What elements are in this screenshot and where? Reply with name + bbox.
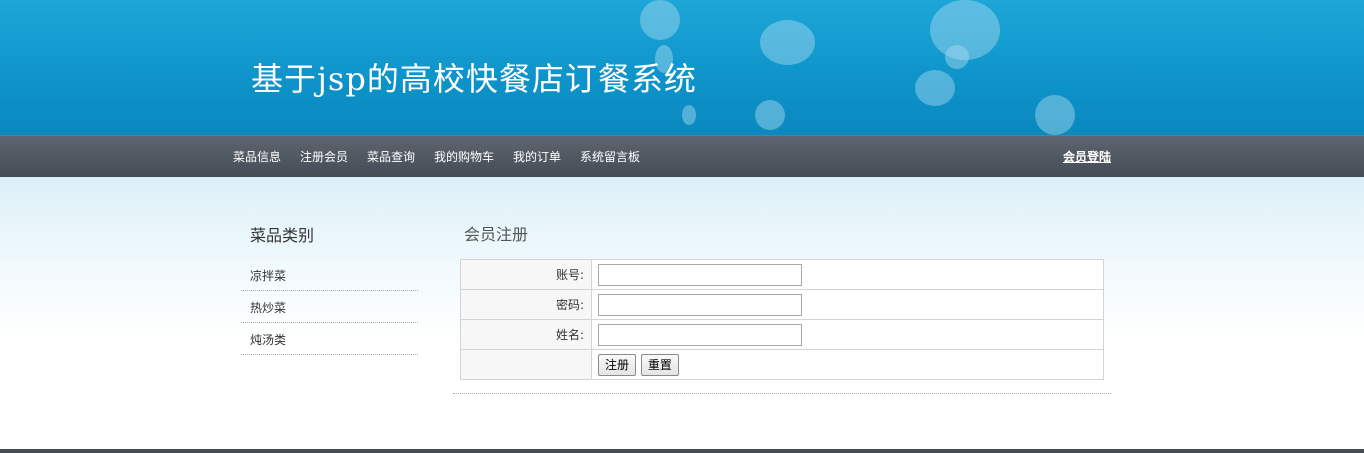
site-header: 基于jsp的高校快餐店订餐系统 [0, 0, 1364, 135]
decorative-splash [640, 0, 680, 40]
form-row-account: 账号: [460, 259, 1104, 290]
nav-item-dish-search[interactable]: 菜品查询 [367, 148, 415, 165]
sidebar-item-soups[interactable]: 炖汤类 [241, 323, 418, 355]
account-field-cell [591, 259, 1104, 290]
form-row-actions: 注册 重置 [460, 349, 1104, 380]
sidebar-item-label: 热炒菜 [250, 301, 287, 315]
decorative-splash [760, 20, 815, 65]
page-title: 会员注册 [464, 225, 529, 244]
register-button[interactable]: 注册 [598, 353, 637, 376]
footer-bar [0, 449, 1364, 453]
name-input[interactable] [598, 323, 802, 346]
main-navbar: 菜品信息 注册会员 菜品查询 我的购物车 我的订单 系统留言板 会员登陆 [0, 135, 1364, 177]
content-divider [453, 393, 1111, 394]
decorative-splash [755, 100, 785, 130]
nav-item-orders[interactable]: 我的订单 [513, 148, 561, 165]
nav-item-register[interactable]: 注册会员 [300, 148, 348, 165]
decorative-splash [915, 70, 955, 106]
password-field-cell [591, 289, 1104, 320]
actions-label-cell [460, 349, 592, 380]
name-field-cell [591, 319, 1104, 350]
form-row-name: 姓名: [460, 319, 1104, 350]
actions-cell: 注册 重置 [591, 349, 1104, 380]
password-input[interactable] [598, 293, 802, 316]
password-label: 密码: [460, 289, 592, 320]
account-input[interactable] [598, 263, 802, 286]
sidebar-title: 菜品类别 [250, 226, 315, 245]
decorative-splash [945, 45, 969, 69]
decorative-splash [1035, 95, 1075, 135]
sidebar-item-label: 凉拌菜 [250, 269, 287, 283]
reset-button[interactable]: 重置 [640, 353, 679, 376]
registration-form: 账号: 密码: 姓名: 注册 重置 [460, 259, 1104, 380]
account-label: 账号: [460, 259, 592, 290]
sidebar-item-cold-dishes[interactable]: 凉拌菜 [241, 259, 418, 291]
decorative-splash [682, 105, 696, 125]
member-login-link[interactable]: 会员登陆 [1063, 148, 1111, 165]
name-label: 姓名: [460, 319, 592, 350]
sidebar-item-label: 炖汤类 [250, 333, 287, 347]
form-row-password: 密码: [460, 289, 1104, 320]
site-title: 基于jsp的高校快餐店订餐系统 [251, 60, 697, 98]
nav-item-dish-info[interactable]: 菜品信息 [233, 148, 281, 165]
nav-item-cart[interactable]: 我的购物车 [434, 148, 494, 165]
sidebar-item-stir-fry[interactable]: 热炒菜 [241, 291, 418, 323]
nav-item-message-board[interactable]: 系统留言板 [580, 148, 640, 165]
